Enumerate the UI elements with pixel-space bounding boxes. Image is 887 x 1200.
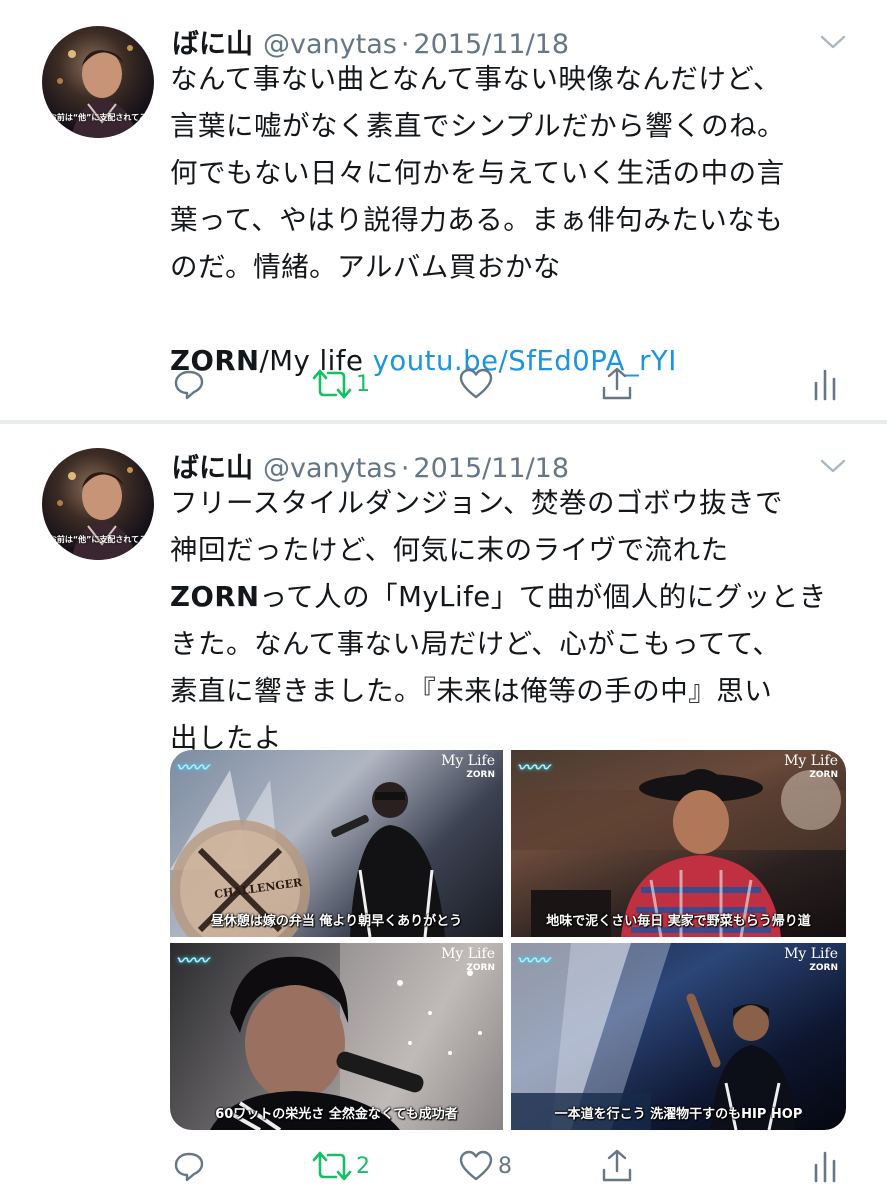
avatar[interactable]: お前は“他”に支配されてる <box>42 448 154 560</box>
reply-icon <box>174 1152 204 1182</box>
song-label: My Life ZORN <box>784 947 838 975</box>
lyric-caption: 一本道を行こう 洗濯物干すのもHIP HOP <box>554 1107 803 1122</box>
retweet-count: 2 <box>356 1153 370 1179</box>
retweet-button[interactable]: 2 <box>312 1146 370 1186</box>
retweet-icon <box>312 1151 352 1181</box>
lyric-caption: 60ワットの栄光さ 全然金なくても成功者 <box>215 1107 458 1122</box>
text-line: 何でもない日々に何かを与えていく生活の中の言 <box>170 157 785 189</box>
show-logo: 〰〰 <box>517 758 550 777</box>
action-bar: 1 <box>172 364 852 404</box>
avatar[interactable]: お前は“他”に支配されてる <box>42 26 154 138</box>
text-line: なんて事ない曲となんて事ない映像なんだけど、 <box>170 63 782 95</box>
reply-button[interactable] <box>172 364 206 404</box>
heart-icon <box>459 1150 493 1181</box>
media-image[interactable]: 〰〰 My Life ZORN 地味で泥くさい毎日 実家で野菜もらう帰り道 <box>511 750 846 937</box>
share-button[interactable] <box>600 1146 634 1186</box>
like-button[interactable] <box>458 364 494 404</box>
like-button[interactable]: 8 <box>458 1146 512 1186</box>
action-bar: 2 8 <box>172 1146 852 1186</box>
artist-label: ZORN <box>809 963 838 973</box>
retweet-icon <box>312 369 352 399</box>
analytics-icon <box>814 1151 836 1183</box>
analytics-icon <box>814 369 836 401</box>
show-logo: 〰〰 <box>517 951 550 970</box>
song-label: My Life ZORN <box>441 947 495 975</box>
text-line: きた。なんて事ない局だけど、心がこもってて、 <box>170 628 781 660</box>
song-title: My Life <box>441 753 495 769</box>
song-label: My Life ZORN <box>441 754 495 782</box>
share-button[interactable] <box>600 364 634 404</box>
text-line: 素直に響きました。『未来は俺等の手の中』思い <box>170 675 773 707</box>
like-count: 8 <box>498 1153 512 1179</box>
analytics-button[interactable] <box>812 1146 838 1186</box>
text-line: 葉って、やはり説得力ある。まぁ俳句みたいなも <box>170 204 784 236</box>
text-line: 神回だったけど、何気に末のライヴで流れた <box>170 534 729 566</box>
reply-icon <box>174 370 204 400</box>
avatar-caption: お前は“他”に支配されてる <box>48 535 148 544</box>
lyric-caption: 地味で泥くさい毎日 実家で野菜もらう帰り道 <box>546 914 811 929</box>
lyric-caption: 昼休憩は嫁の弁当 俺より朝早くありがとう <box>210 914 463 929</box>
show-logo: 〰〰 <box>176 758 209 777</box>
tweet[interactable]: お前は“他”に支配されてる ばに山 @vanytas · 2015/11/18 … <box>0 0 887 420</box>
media-grid: CHALLENGER 〰〰 My Life ZORN 昼休憩は嫁の弁当 俺より朝… <box>170 750 846 1130</box>
share-icon <box>602 1149 632 1182</box>
text-line: のだ。情緒。アルバム買おかな <box>170 251 561 283</box>
chevron-down-icon[interactable] <box>819 34 847 50</box>
share-icon <box>602 367 632 400</box>
chevron-down-icon[interactable] <box>819 458 847 474</box>
avatar-caption: お前は“他”に支配されてる <box>48 113 148 122</box>
analytics-button[interactable] <box>812 364 838 404</box>
heart-icon <box>459 368 493 399</box>
song-label: My Life ZORN <box>784 754 838 782</box>
retweet-button[interactable]: 1 <box>312 364 370 404</box>
artist-label: ZORN <box>466 963 495 973</box>
media-image[interactable]: 〰〰 My Life ZORN 一本道を行こう 洗濯物干すのもHIP HOP <box>511 943 846 1130</box>
artist-label: ZORN <box>809 770 838 780</box>
tweet[interactable]: お前は“他”に支配されてる ばに山 @vanytas · 2015/11/18 … <box>0 424 887 1200</box>
artist-name: ZORN <box>170 581 260 613</box>
reply-button[interactable] <box>172 1146 206 1186</box>
media-image[interactable]: 〰〰 My Life ZORN 60ワットの栄光さ 全然金なくても成功者 <box>170 943 503 1130</box>
text-line: フリースタイルダンジョン、焚巻のゴボウ抜きで <box>170 487 783 519</box>
tweet-text: フリースタイルダンジョン、焚巻のゴボウ抜きで 神回だったけど、何気に末のライヴで… <box>170 480 850 762</box>
song-title: My Life <box>441 946 495 962</box>
text-line-rest: って人の「MyLife」て曲が個人的にグッとき <box>259 581 827 613</box>
tweet-text: なんて事ない曲となんて事ない映像なんだけど、 言葉に嘘がなく素直でシンプルだから… <box>170 56 850 385</box>
show-logo: 〰〰 <box>176 951 209 970</box>
text-line: 言葉に嘘がなく素直でシンプルだから響くのね。 <box>170 110 786 142</box>
text-line: ZORNって人の「MyLife」て曲が個人的にグッとき <box>170 574 850 621</box>
artist-label: ZORN <box>466 770 495 780</box>
media-image[interactable]: CHALLENGER 〰〰 My Life ZORN 昼休憩は嫁の弁当 俺より朝… <box>170 750 503 937</box>
retweet-count: 1 <box>356 371 370 397</box>
song-title: My Life <box>784 753 838 769</box>
song-title: My Life <box>784 946 838 962</box>
